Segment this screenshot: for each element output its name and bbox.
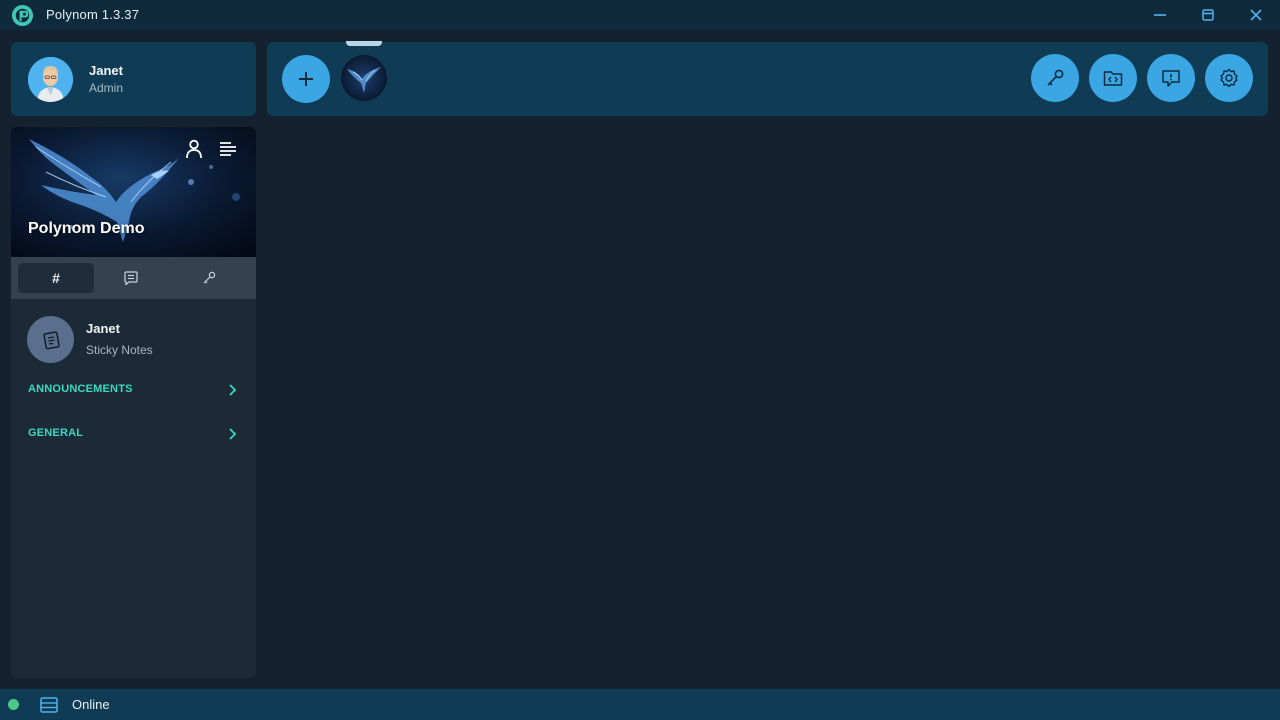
server-name: Polynom Demo	[28, 220, 145, 237]
status-text: Online	[72, 697, 110, 712]
maximize-button[interactable]	[1185, 0, 1231, 30]
title-bar: Polynom 1.3.37	[0, 0, 1280, 30]
category-label: ANNOUNCEMENTS	[28, 383, 133, 395]
online-status-dot	[8, 699, 19, 710]
code-folder-button[interactable]	[1089, 54, 1137, 102]
info-icon	[1162, 70, 1180, 87]
tab-chat[interactable]	[93, 263, 169, 293]
app-logo-icon	[11, 4, 34, 27]
category-announcements[interactable]: ANNOUNCEMENTS	[11, 378, 256, 402]
plus-icon	[299, 72, 313, 86]
maximize-icon	[1202, 9, 1214, 21]
chat-icon	[124, 271, 138, 286]
minimize-icon	[1154, 14, 1166, 16]
gear-icon	[1220, 68, 1238, 88]
tab-channels[interactable]: #	[18, 263, 94, 293]
server-sidebar: Polynom Demo # Janet Sticky Notes ANNOUN…	[11, 127, 256, 678]
panel-icon[interactable]	[39, 695, 59, 715]
sticky-notes-item[interactable]: Janet Sticky Notes	[11, 309, 256, 365]
menu-icon	[220, 142, 236, 156]
server-menu-button[interactable]	[216, 137, 240, 161]
keys-button[interactable]	[1031, 54, 1079, 102]
profile-card[interactable]: Janet Admin	[11, 42, 256, 116]
notes-icon	[42, 330, 60, 349]
code-folder-icon	[1103, 71, 1123, 86]
member-list-button[interactable]	[182, 137, 206, 161]
category-label: GENERAL	[28, 427, 84, 439]
minimize-button[interactable]	[1137, 0, 1183, 30]
profile-role: Admin	[89, 81, 124, 95]
note-avatar	[27, 316, 74, 363]
tab-keys[interactable]	[171, 263, 247, 293]
key-icon	[203, 271, 216, 284]
window-title: Polynom 1.3.37	[46, 7, 140, 22]
add-server-button[interactable]	[282, 55, 330, 103]
close-button[interactable]	[1233, 0, 1279, 30]
chevron-right-icon	[229, 384, 237, 396]
key-icon	[1047, 69, 1064, 86]
settings-button[interactable]	[1205, 54, 1253, 102]
status-bar: Online	[0, 689, 1280, 720]
close-icon	[1250, 9, 1262, 21]
selected-server-indicator	[346, 41, 382, 46]
avatar	[28, 57, 73, 102]
hash-icon: #	[52, 270, 60, 286]
note-title: Janet	[86, 321, 120, 336]
chevron-right-icon	[229, 428, 237, 440]
user-avatar-icon	[28, 57, 73, 102]
note-subtitle: Sticky Notes	[86, 343, 153, 357]
profile-name: Janet	[89, 63, 123, 78]
sidebar-tabs: #	[11, 257, 256, 299]
server-banner: Polynom Demo	[11, 127, 256, 257]
phoenix-image	[341, 55, 387, 101]
user-icon	[186, 139, 202, 159]
category-general[interactable]: GENERAL	[11, 422, 256, 446]
info-button[interactable]	[1147, 54, 1195, 102]
server-icon-polynom-demo[interactable]	[341, 55, 387, 101]
